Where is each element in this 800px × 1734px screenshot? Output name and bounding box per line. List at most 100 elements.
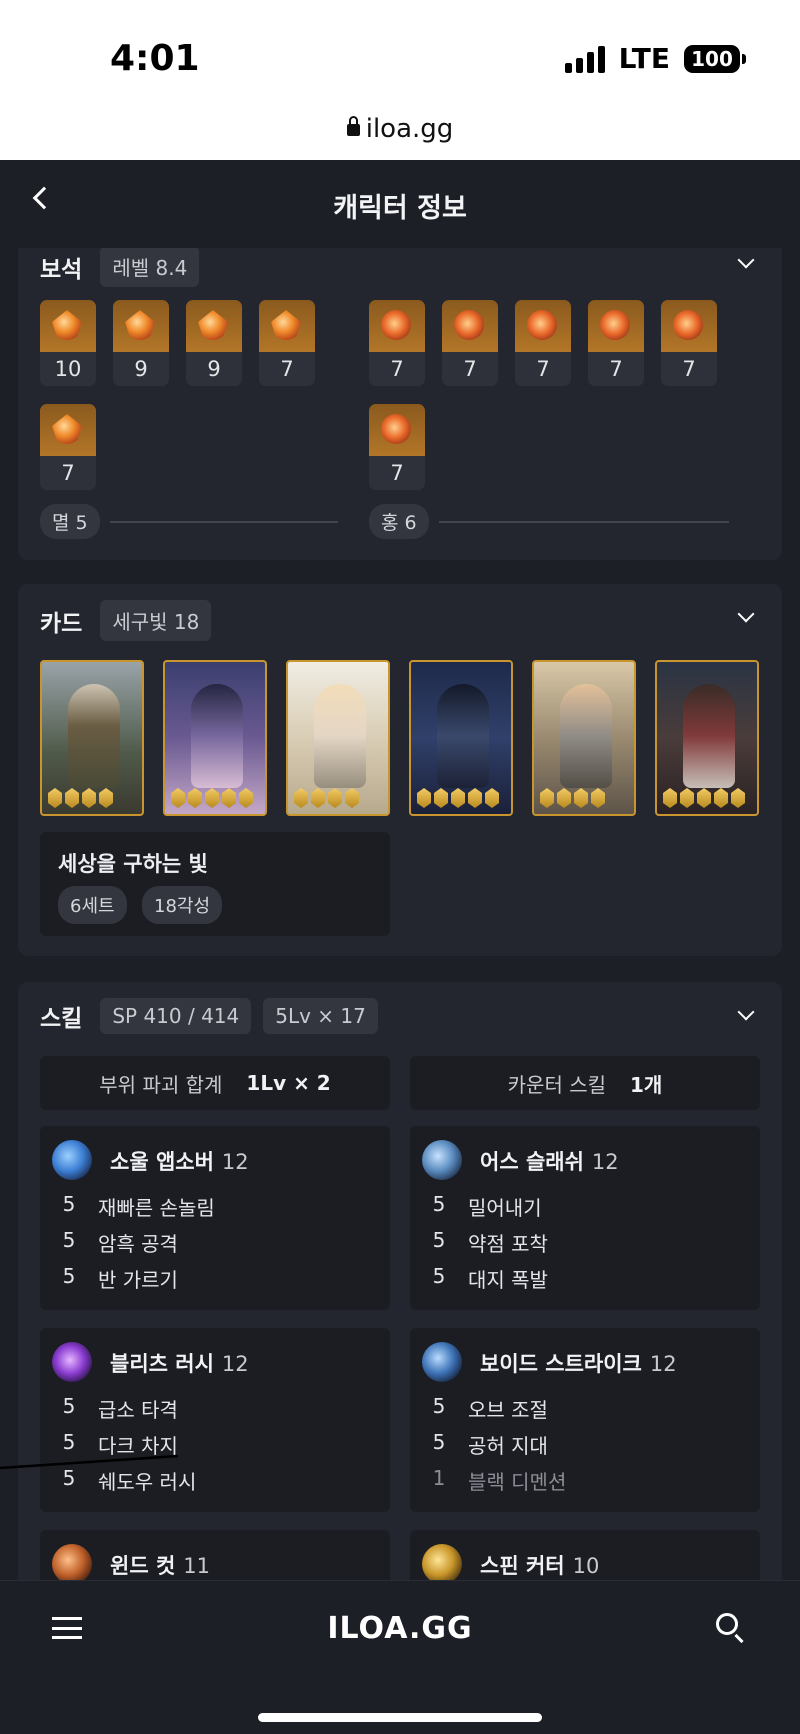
skill-level-chip: 5Lv × 17 bbox=[263, 998, 378, 1034]
gem-item[interactable]: 10 bbox=[40, 300, 96, 386]
gems-title: 보석 bbox=[40, 256, 83, 283]
gem-item[interactable]: 7 bbox=[588, 300, 644, 386]
page-header: 캐릭터 정보 bbox=[0, 160, 800, 248]
gem-item[interactable]: 7 bbox=[369, 300, 425, 386]
card-item[interactable] bbox=[532, 660, 636, 816]
signal-icon bbox=[564, 45, 605, 73]
tripod-row: 5 암흑 공격 bbox=[62, 1228, 178, 1256]
tripod-row: 5 대지 폭발 bbox=[432, 1264, 548, 1292]
gem-level: 7 bbox=[609, 357, 623, 381]
network-label: LTE bbox=[618, 42, 670, 75]
gem-summary-label: 홍 6 bbox=[369, 504, 429, 539]
tripod-row: 5 급소 타격 bbox=[62, 1394, 178, 1422]
skill-name: 스핀 커터 10 bbox=[480, 1554, 600, 1578]
counter-skill-stat: 카운터 스킬 1개 bbox=[410, 1056, 760, 1110]
tripod-row: 5 약점 포착 bbox=[432, 1228, 548, 1256]
gem-item[interactable]: 7 bbox=[661, 300, 717, 386]
tripod-row: 5반 가르기 bbox=[62, 1264, 178, 1292]
gem-summary-right: 홍 6 bbox=[369, 504, 729, 539]
stat-value: 1개 bbox=[630, 1072, 663, 1097]
gem-icon bbox=[40, 404, 96, 456]
status-time: 4:01 bbox=[110, 38, 200, 79]
tripod-row: 5 공허 지대 bbox=[432, 1430, 548, 1458]
awakening-pill: 18각성 bbox=[142, 886, 223, 924]
gems-section: 보석 레벨 8.4 10 9 9 7 7 7 7 7 7 7 7 멸 5 홍 6 bbox=[18, 248, 782, 560]
gem-icon bbox=[661, 300, 717, 352]
card-item[interactable] bbox=[286, 660, 390, 816]
chevron-down-icon[interactable] bbox=[737, 251, 755, 269]
set-count-pill: 6세트 bbox=[58, 886, 127, 924]
skill-card[interactable]: 어스 슬래쉬 12 5 밀어내기 5 약점 포착 5 대지 폭발 bbox=[410, 1126, 760, 1310]
skill-card[interactable]: 보이드 스트라이크 12 5 오브 조절 5 공허 지대 1 블랙 디멘션 bbox=[410, 1328, 760, 1512]
skill-icon bbox=[422, 1342, 462, 1382]
card-item[interactable] bbox=[409, 660, 513, 816]
gem-icon bbox=[515, 300, 571, 352]
gem-item[interactable]: 9 bbox=[186, 300, 242, 386]
gem-icon bbox=[369, 404, 425, 456]
card-set-box: 세상을 구하는 빛 6세트 18각성 bbox=[40, 832, 390, 936]
skill-icon bbox=[52, 1140, 92, 1180]
brand-logo[interactable]: ILOA.GG bbox=[0, 1611, 800, 1646]
gem-level: 10 bbox=[54, 357, 82, 381]
card-item[interactable] bbox=[40, 660, 144, 816]
gem-level: 7 bbox=[390, 357, 404, 381]
gem-summary-label: 멸 5 bbox=[40, 504, 100, 539]
skill-icon bbox=[422, 1140, 462, 1180]
chevron-down-icon[interactable] bbox=[737, 605, 755, 623]
gem-level: 7 bbox=[280, 357, 294, 381]
url-bar[interactable]: iloa.gg bbox=[0, 114, 800, 144]
status-bar: 4:01 LTE 100 iloa.gg bbox=[0, 0, 800, 160]
status-indicators: LTE 100 bbox=[564, 42, 746, 75]
chevron-down-icon[interactable] bbox=[737, 1003, 755, 1021]
card-art bbox=[314, 684, 366, 788]
sp-chip: SP 410 / 414 bbox=[100, 998, 252, 1034]
cards-header: 카드 세구빛 18 bbox=[40, 600, 212, 641]
page-content[interactable]: 보석 레벨 8.4 10 9 9 7 7 7 7 7 7 7 7 멸 5 홍 6… bbox=[0, 248, 800, 1580]
tripod-row: 5 오브 조절 bbox=[432, 1394, 548, 1422]
skill-card[interactable]: 윈드 컷 11 bbox=[40, 1530, 390, 1580]
gem-icon bbox=[113, 300, 169, 352]
gem-item[interactable]: 7 bbox=[259, 300, 315, 386]
gem-item[interactable]: 9 bbox=[113, 300, 169, 386]
card-awakening bbox=[417, 788, 499, 808]
card-art bbox=[68, 684, 120, 788]
skill-name: 윈드 컷 11 bbox=[110, 1554, 211, 1578]
gem-item[interactable]: 7 bbox=[40, 404, 96, 490]
skill-card[interactable]: 블리츠 러시 12 5 급소 타격 5 다크 차지 5 쉐도우 러시 bbox=[40, 1328, 390, 1512]
card-item[interactable] bbox=[163, 660, 267, 816]
gem-level: 9 bbox=[207, 357, 221, 381]
cards-title: 카드 bbox=[40, 610, 83, 637]
card-set-name: 세상을 구하는 빛 bbox=[58, 852, 208, 876]
cards-chip: 세구빛 18 bbox=[100, 600, 212, 641]
divider bbox=[109, 520, 338, 523]
gem-item[interactable]: 7 bbox=[515, 300, 571, 386]
card-awakening bbox=[48, 788, 113, 808]
tripod-row: 5 밀어내기 bbox=[432, 1192, 542, 1220]
skills-section: 스킬 SP 410 / 414 5Lv × 17 부위 파괴 합계 1Lv × … bbox=[18, 982, 782, 1580]
card-art bbox=[437, 684, 489, 788]
lock-icon bbox=[346, 116, 360, 136]
gem-item[interactable]: 7 bbox=[369, 404, 425, 490]
skill-card[interactable]: 스핀 커터 10 bbox=[410, 1530, 760, 1580]
home-indicator[interactable] bbox=[258, 1713, 542, 1722]
card-art bbox=[560, 684, 612, 788]
stat-label: 부위 파괴 합계 bbox=[99, 1072, 223, 1097]
gems-level-chip: 레벨 8.4 bbox=[100, 248, 200, 287]
card-item[interactable] bbox=[655, 660, 759, 816]
bottom-nav: ILOA.GG bbox=[0, 1580, 800, 1734]
gem-summary-left: 멸 5 bbox=[40, 504, 338, 539]
skill-card[interactable]: 소울 앱소버 12 5 재빠른 손놀림 5 암흑 공격 5반 가르기 bbox=[40, 1126, 390, 1310]
stat-value: 1Lv × 2 bbox=[246, 1071, 331, 1095]
skill-name: 어스 슬래쉬 12 bbox=[480, 1150, 619, 1174]
card-awakening bbox=[171, 788, 253, 808]
tripod-row: 5 재빠른 손놀림 bbox=[62, 1192, 215, 1220]
skill-icon bbox=[422, 1544, 462, 1580]
page-title: 캐릭터 정보 bbox=[333, 193, 467, 224]
cards-section: 카드 세구빛 18 세상을 구하는 빛 6세트 18각성 bbox=[18, 584, 782, 956]
gems-header: 보석 레벨 8.4 bbox=[40, 248, 200, 287]
gem-item[interactable]: 7 bbox=[442, 300, 498, 386]
url-text: iloa.gg bbox=[365, 114, 454, 144]
gem-level: 7 bbox=[682, 357, 696, 381]
search-icon[interactable] bbox=[716, 1613, 738, 1635]
battery-icon: 100 bbox=[684, 44, 746, 73]
